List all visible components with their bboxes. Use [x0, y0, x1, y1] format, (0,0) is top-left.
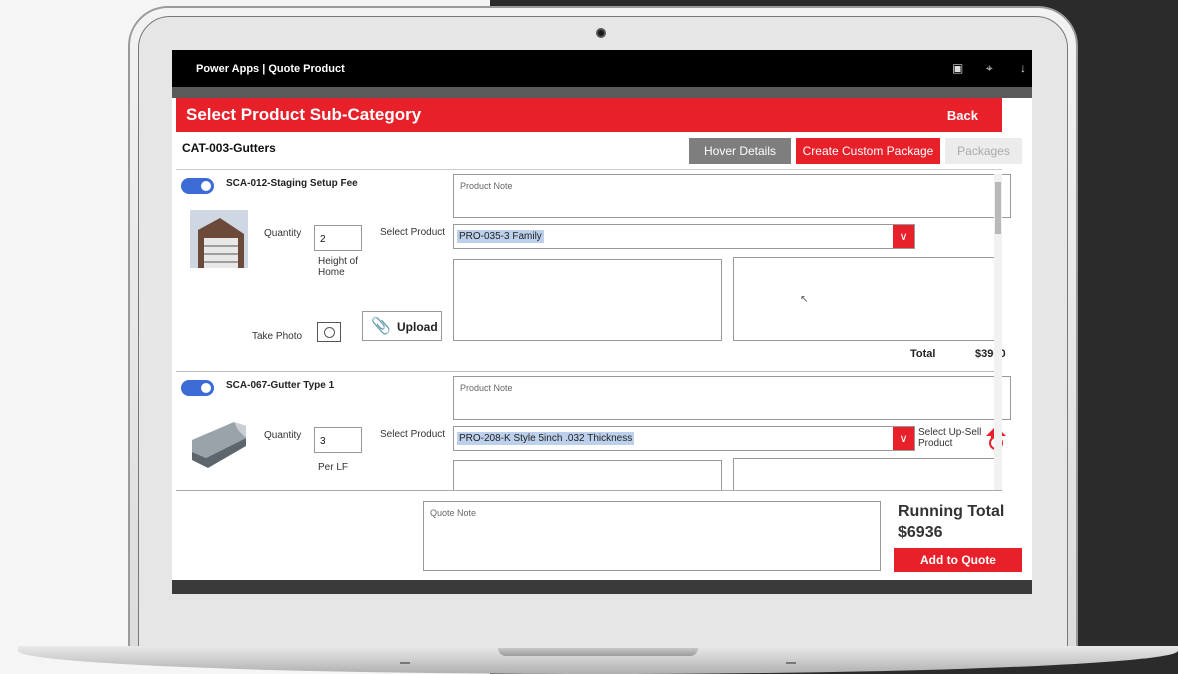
running-total-label: Running Total	[898, 503, 1005, 520]
product-select[interactable]: PRO-208-K Style 5inch .032 Thickness ∨	[453, 426, 915, 451]
item-toggle[interactable]	[181, 178, 214, 194]
unit-label: Height of Home	[318, 256, 359, 278]
running-total-value: $6936	[898, 524, 943, 541]
category-label: CAT-003-Gutters	[182, 141, 276, 155]
selected-product: PRO-035-3 Family	[457, 230, 544, 243]
laptop-screen: Power Apps | Quote Product ▣ ⌖ ↓ Select …	[172, 50, 1032, 594]
scrollbar-thumb[interactable]	[995, 182, 1001, 234]
create-custom-package-button[interactable]: Create Custom Package	[796, 138, 940, 164]
product-select[interactable]: PRO-035-3 Family ∨	[453, 224, 915, 249]
running-total: Running Total $6936	[898, 501, 1018, 543]
teams-icon[interactable]: ▣	[952, 61, 963, 75]
product-thumbnail	[190, 416, 248, 474]
quantity-label: Quantity	[264, 228, 302, 239]
quantity-label: Quantity	[264, 430, 302, 441]
packages-button[interactable]: Packages	[945, 138, 1022, 164]
upload-label: Upload	[397, 320, 438, 334]
mouse-cursor-icon: ↖	[800, 294, 809, 305]
back-button[interactable]: Back	[947, 108, 978, 123]
quantity-input[interactable]: 3	[314, 427, 362, 453]
add-to-quote-button[interactable]: Add to Quote	[894, 548, 1022, 572]
laptop-hinge-notch	[498, 648, 698, 656]
download-icon[interactable]: ↓	[1020, 61, 1026, 75]
hover-details-button[interactable]: Hover Details	[689, 138, 791, 164]
fullscreen-icon[interactable]: ⌖	[986, 61, 993, 76]
page-header: Select Product Sub-Category Back	[176, 98, 1002, 132]
item-title: SCA-067-Gutter Type 1	[226, 380, 335, 391]
product-thumbnail	[190, 210, 248, 268]
quantity-input[interactable]: 2	[314, 225, 362, 251]
product-image-box: ↖	[733, 257, 1001, 341]
upload-button[interactable]: 📎 Upload	[362, 311, 442, 341]
camera-icon[interactable]	[317, 322, 341, 342]
item-toggle[interactable]	[181, 380, 214, 396]
product-note-input[interactable]: Product Note	[453, 174, 1011, 218]
quote-footer: Quote Note Running Total $6936 Add to Qu…	[176, 490, 1022, 594]
powerapps-top-bar: Power Apps | Quote Product ▣ ⌖ ↓	[172, 50, 1032, 87]
list-item: SCA-012-Staging Setup Fee Product Note Q…	[176, 170, 1011, 372]
webcam	[596, 28, 606, 38]
selected-product: PRO-208-K Style 5inch .032 Thickness	[457, 432, 635, 445]
laptop-foot	[786, 662, 796, 664]
powerapps-title: Power Apps | Quote Product	[196, 63, 345, 75]
laptop-foot	[400, 662, 410, 664]
upsell-label: Select Up-Sell Product	[918, 427, 982, 449]
toolbar-strip	[172, 87, 1032, 98]
select-product-label: Select Product	[380, 227, 446, 238]
bottom-bar	[172, 580, 1032, 594]
select-product-label: Select Product	[380, 429, 446, 440]
page-title: Select Product Sub-Category	[186, 105, 422, 124]
list-item: SCA-067-Gutter Type 1 Product Note Quant…	[176, 372, 1011, 500]
product-note-input[interactable]: Product Note	[453, 376, 1011, 420]
quote-product-app: Select Product Sub-Category Back CAT-003…	[176, 98, 1022, 594]
unit-label: Per LF	[318, 462, 349, 473]
total-label: Total	[910, 348, 936, 360]
take-photo-label: Take Photo	[252, 331, 303, 342]
scrollbar[interactable]	[994, 174, 1002, 490]
item-title: SCA-012-Staging Setup Fee	[226, 178, 358, 189]
paperclip-icon: 📎	[371, 318, 391, 335]
quote-note-input[interactable]: Quote Note	[423, 501, 881, 571]
category-row: CAT-003-Gutters Hover Details Create Cus…	[176, 132, 1022, 170]
chevron-down-icon[interactable]: ∨	[893, 427, 914, 450]
chevron-down-icon[interactable]: ∨	[893, 225, 914, 248]
product-detail-box	[453, 259, 722, 341]
